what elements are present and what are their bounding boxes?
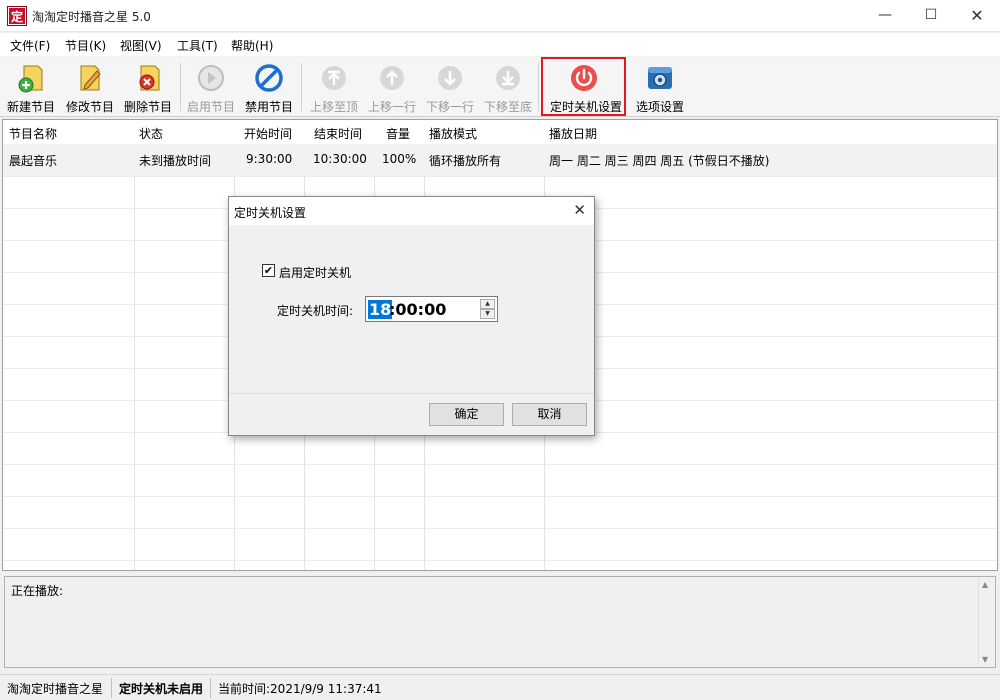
menu-tools[interactable]: 工具(T) (177, 37, 218, 54)
menu-view[interactable]: 视图(V) (120, 37, 162, 54)
row-line (3, 528, 997, 529)
cell-program-name: 晨起音乐 (9, 154, 58, 168)
move-bottom-icon (496, 66, 520, 90)
move-up-icon (380, 66, 404, 90)
scheduled-shutdown-button[interactable]: 定时关机设置 (550, 59, 622, 115)
status-app-name: 淘淘定时播音之星 (7, 682, 104, 696)
delete-program-button[interactable]: 删除节目 (120, 59, 176, 115)
enable-shutdown-checkbox[interactable]: ✔ (262, 264, 275, 277)
status-separator (210, 678, 211, 698)
edit-program-button[interactable]: 修改节目 (62, 59, 118, 115)
move-up-button[interactable]: 上移一行 (364, 59, 420, 115)
options-icon (648, 67, 672, 89)
toolbar-separator (538, 63, 539, 111)
row-line (3, 560, 997, 561)
cell-play-date: 周一 周二 周三 周四 周五 (节假日不播放) (549, 154, 770, 168)
row-line (3, 464, 997, 465)
delete-program-label: 删除节目 (123, 100, 172, 114)
cell-start-time: 9:30:00 (246, 152, 293, 166)
table-row[interactable]: 晨起音乐 未到播放时间 9:30:00 10:30:00 100% 循环播放所有… (3, 144, 997, 176)
menu-bar: 文件(F) 节目(K) 视图(V) 工具(T) 帮助(H) (0, 33, 1000, 56)
close-button[interactable]: ✕ (954, 0, 1000, 31)
cancel-button[interactable]: 取消 (512, 403, 587, 426)
column-divider (135, 120, 235, 570)
edit-program-icon (80, 65, 101, 91)
scroll-down-icon[interactable]: ▼ (982, 655, 988, 664)
status-current-time: 当前时间:2021/9/9 11:37:41 (218, 682, 382, 696)
status-separator (111, 678, 112, 698)
title-bar: 定 淘淘定时播音之星 5.0 — ☐ ✕ (0, 0, 1000, 32)
cell-status: 未到播放时间 (139, 154, 212, 168)
move-down-icon (438, 66, 462, 90)
move-top-button[interactable]: 上移至顶 (306, 59, 362, 115)
dialog-close-icon[interactable]: ✕ (573, 201, 586, 219)
new-program-button[interactable]: 新建节目 (3, 59, 59, 115)
status-bar: 淘淘定时播音之星 定时关机未启用 当前时间:2021/9/9 11:37:41 (0, 674, 1000, 700)
play-icon (198, 65, 224, 91)
cell-volume: 100% (382, 152, 417, 166)
header-play-date[interactable]: 播放日期 (549, 125, 597, 142)
dialog-footer-divider (229, 393, 594, 394)
header-start-time[interactable]: 开始时间 (244, 125, 292, 142)
header-program-name[interactable]: 节目名称 (9, 125, 57, 142)
move-down-button[interactable]: 下移一行 (422, 59, 478, 115)
ok-button[interactable]: 确定 (429, 403, 504, 426)
cell-play-mode: 循环播放所有 (429, 154, 502, 168)
minimize-button[interactable]: — (862, 0, 908, 31)
power-icon (571, 65, 597, 91)
dialog-title-bar: 定时关机设置 ✕ (229, 197, 594, 225)
time-minutes-seconds[interactable]: :00:00 (389, 300, 446, 319)
scroll-up-icon[interactable]: ▲ (982, 580, 988, 589)
enable-program-button[interactable]: 启用节目 (183, 59, 239, 115)
menu-help[interactable]: 帮助(H) (231, 37, 273, 54)
now-playing-panel: 正在播放: ▲ ▼ (4, 576, 996, 668)
menu-program[interactable]: 节目(K) (65, 37, 106, 54)
shutdown-time-label: 定时关机时间: (277, 304, 354, 318)
disable-program-label: 禁用节目 (244, 100, 293, 114)
now-playing-scrollbar[interactable]: ▲ ▼ (978, 577, 995, 667)
spin-down-button[interactable]: ▼ (480, 309, 495, 319)
enable-shutdown-label[interactable]: 启用定时关机 (279, 264, 351, 281)
row-line (3, 176, 997, 177)
new-program-icon (18, 65, 43, 93)
table-header: 节目名称 状态 开始时间 结束时间 音量 播放模式 播放日期 (3, 120, 997, 144)
header-status[interactable]: 状态 (139, 125, 163, 142)
header-end-time[interactable]: 结束时间 (314, 125, 362, 142)
move-bottom-label: 下移至底 (483, 100, 532, 114)
now-playing-label: 正在播放: (11, 584, 64, 598)
window-title: 淘淘定时播音之星 5.0 (32, 10, 151, 24)
shutdown-dialog: 定时关机设置 ✕ ✔ 启用定时关机 定时关机时间: 18 :00:00 ▲ ▼ … (228, 196, 595, 436)
move-top-icon (322, 66, 346, 90)
disable-icon (255, 64, 283, 92)
menu-file[interactable]: 文件(F) (10, 37, 50, 54)
options-button[interactable]: 选项设置 (632, 59, 688, 115)
maximize-button[interactable]: ☐ (908, 0, 954, 31)
spin-up-button[interactable]: ▲ (480, 299, 495, 309)
disable-program-button[interactable]: 禁用节目 (241, 59, 297, 115)
row-line (3, 496, 997, 497)
header-play-mode[interactable]: 播放模式 (429, 125, 477, 142)
options-label: 选项设置 (635, 100, 684, 114)
dialog-title: 定时关机设置 (234, 206, 307, 220)
app-logo-icon: 定 (8, 7, 26, 25)
cell-end-time: 10:30:00 (313, 152, 367, 166)
header-volume[interactable]: 音量 (386, 125, 410, 142)
toolbar: 新建节目 修改节目 删除节目 启用节目 禁用节目 上移至顶 上移一行 下移一行 … (0, 57, 1000, 117)
scheduled-shutdown-label: 定时关机设置 (550, 100, 623, 114)
delete-program-icon (139, 65, 160, 91)
move-bottom-button[interactable]: 下移至底 (480, 59, 536, 115)
column-divider (3, 120, 135, 570)
shutdown-time-input[interactable]: 18 :00:00 ▲ ▼ (365, 296, 498, 322)
status-shutdown: 定时关机未启用 (119, 682, 204, 696)
